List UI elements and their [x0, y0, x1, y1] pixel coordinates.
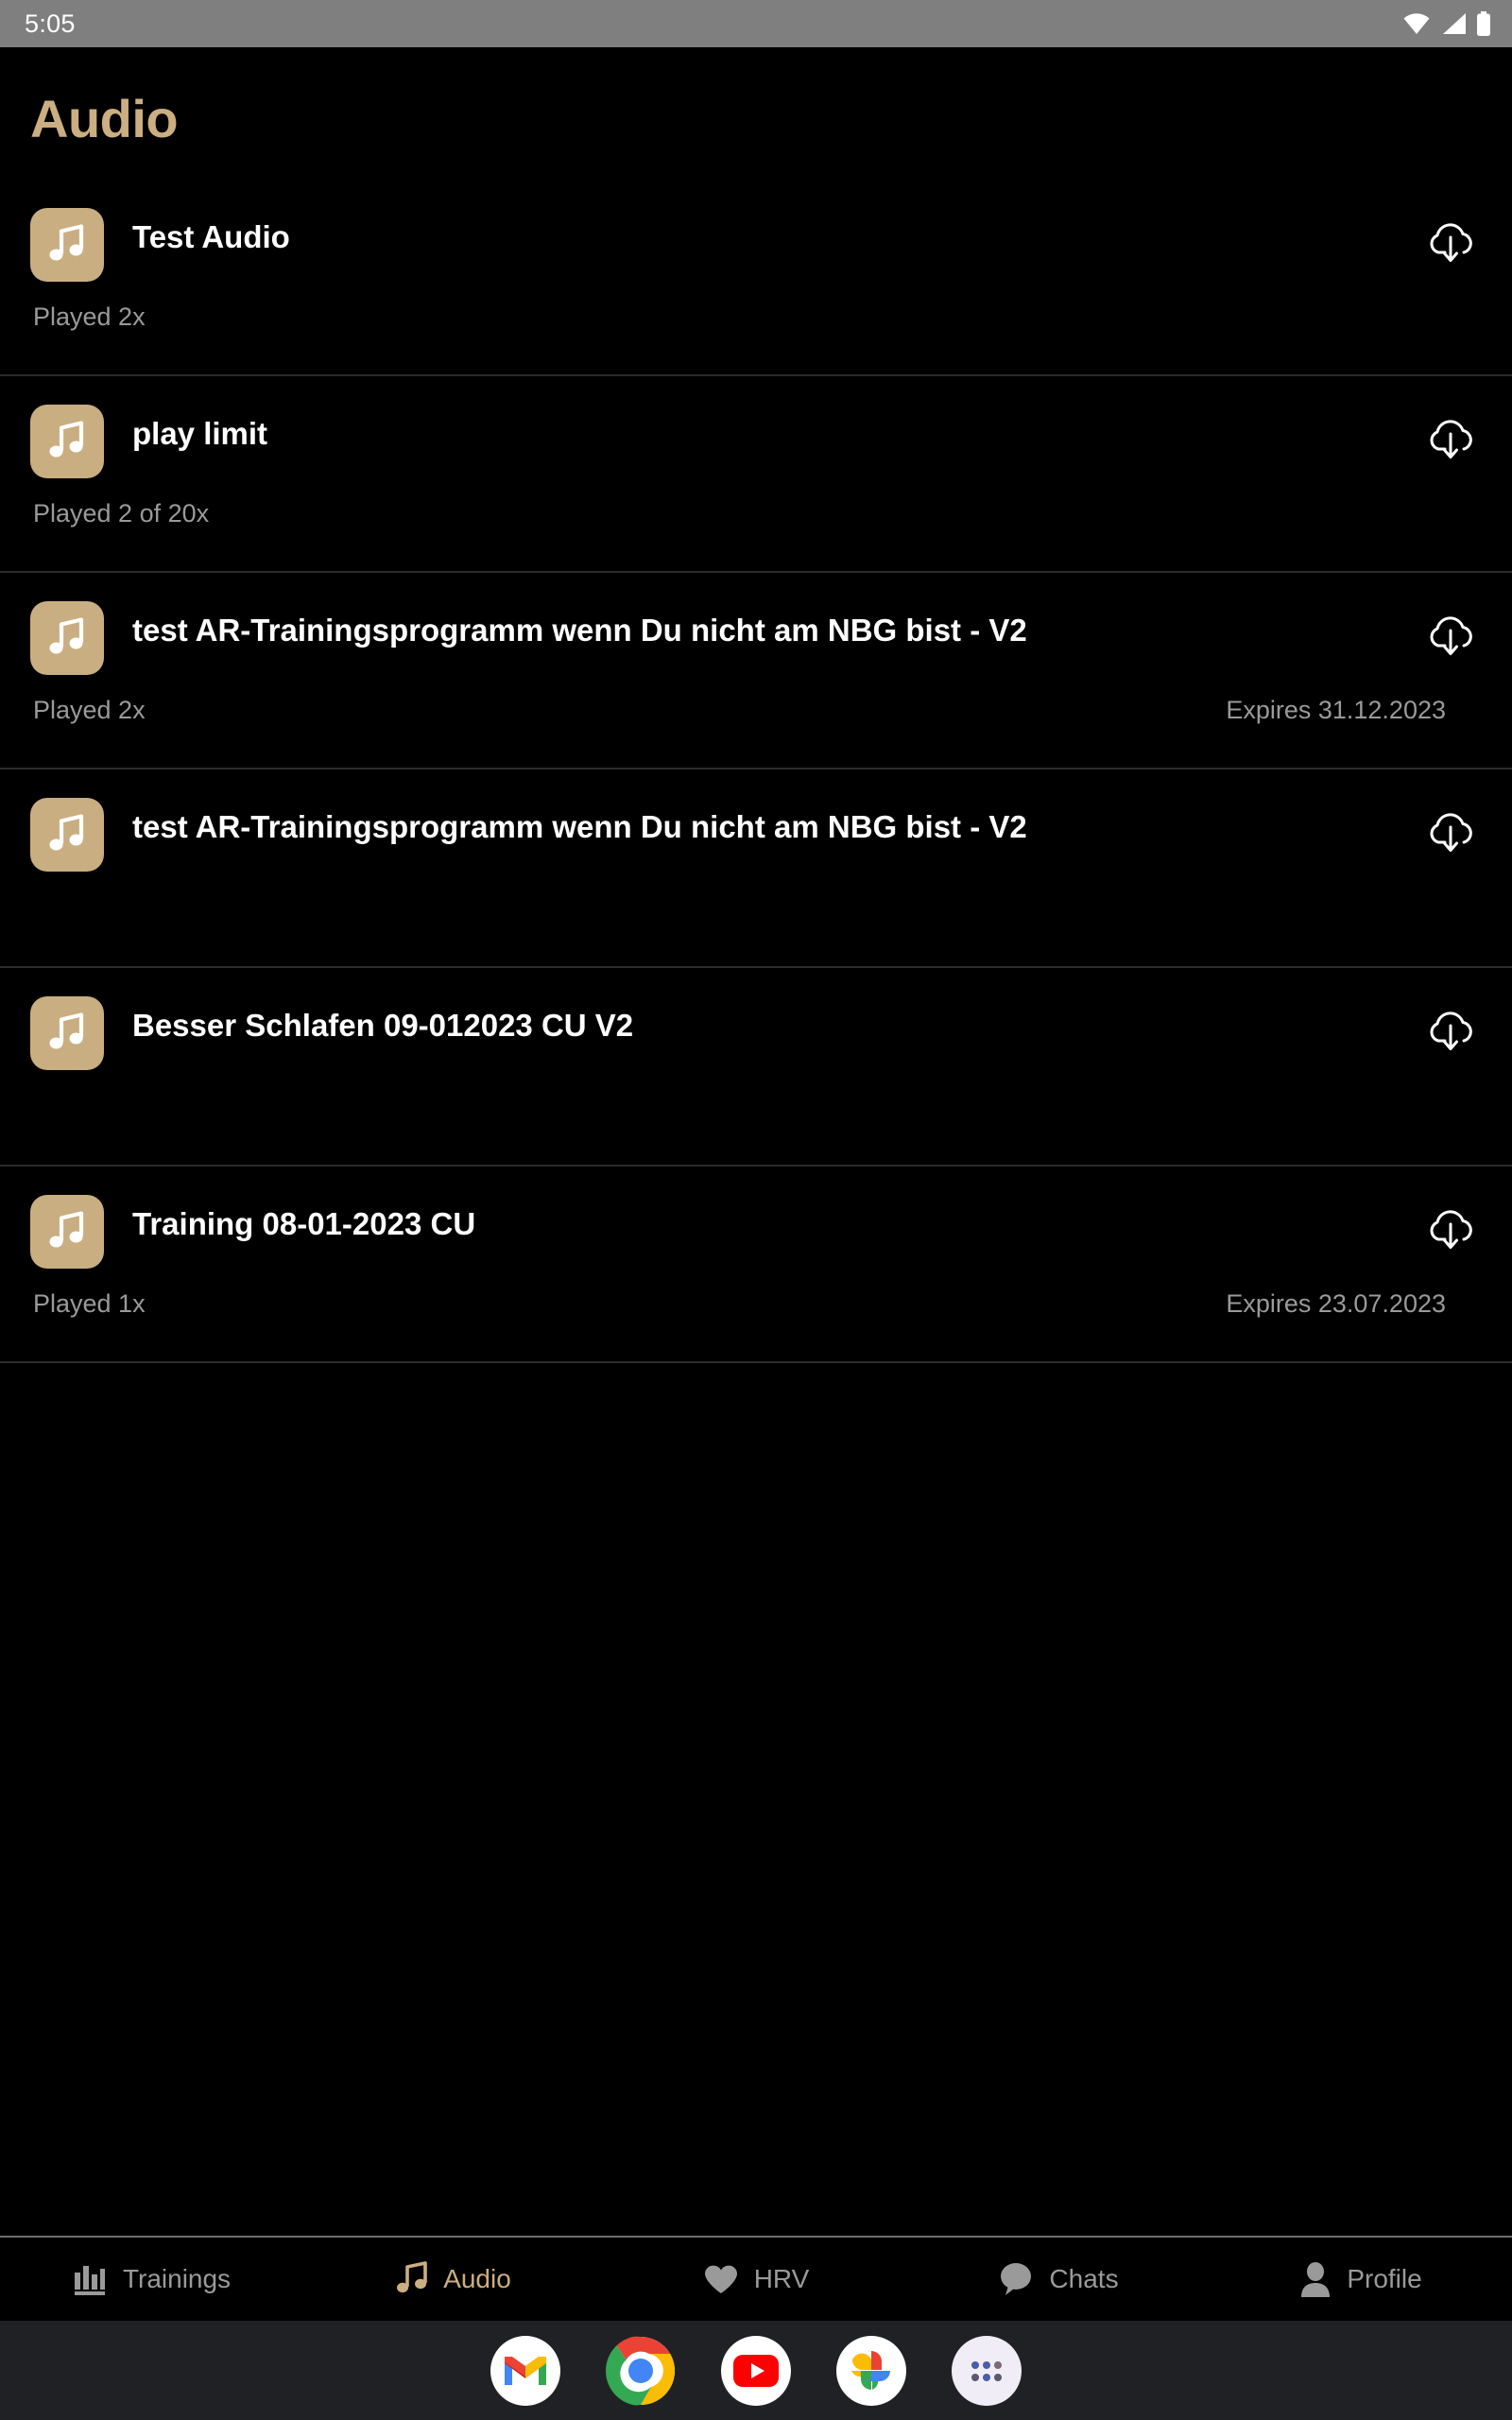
wifi-icon — [1402, 12, 1431, 35]
play-count-label: Played 1x — [33, 1289, 146, 1318]
music-note-icon — [30, 601, 104, 675]
tab-label: Trainings — [122, 2264, 232, 2293]
tab-label: Chats — [1049, 2264, 1119, 2293]
list-item-meta — [30, 872, 1484, 906]
list-item-title: Training 08-01-2023 CU — [132, 1206, 476, 1241]
music-note-icon — [30, 1195, 104, 1269]
list-item[interactable]: play limit Played 2 of 20x — [0, 376, 1512, 573]
chat-bubble-icon — [998, 2261, 1034, 2297]
list-item-meta: Played 2 of 20x — [30, 478, 1484, 527]
list-item-title: test AR-Trainingsprogramm wenn Du nicht … — [132, 809, 1027, 844]
cloud-download-icon[interactable] — [1418, 405, 1484, 471]
app-header: Audio — [0, 47, 1512, 180]
list-item-title: test AR-Trainingsprogramm wenn Du nicht … — [132, 613, 1027, 648]
cloud-download-icon[interactable] — [1418, 798, 1484, 864]
tab-hrv[interactable]: HRV — [605, 2238, 907, 2321]
expiry-label: Expires 23.07.2023 — [1226, 1289, 1446, 1318]
chrome-icon[interactable] — [606, 2336, 676, 2406]
list-item-top: Test Audio — [30, 180, 1484, 282]
play-count-label: Played 2 of 20x — [33, 499, 210, 527]
tab-label: Audio — [443, 2264, 511, 2293]
android-dock — [0, 2321, 1512, 2420]
list-item[interactable]: Test Audio Played 2x — [0, 180, 1512, 376]
music-note-icon — [30, 798, 104, 872]
app-drawer-icon[interactable] — [952, 2335, 1022, 2406]
status-icon-group — [1402, 11, 1491, 36]
tab-label: Profile — [1347, 2264, 1422, 2293]
google-photos-icon[interactable] — [836, 2335, 906, 2406]
list-item[interactable]: Training 08-01-2023 CU Played 1x Expires… — [0, 1167, 1512, 1363]
battery-icon — [1476, 11, 1491, 36]
expiry-label: Expires 31.12.2023 — [1226, 696, 1446, 724]
tab-chats[interactable]: Chats — [907, 2238, 1210, 2321]
bottom-tab-bar: Trainings Audio HRV Chats Profile — [0, 2236, 1512, 2321]
play-count-label: Played 2x — [33, 302, 146, 331]
list-item[interactable]: test AR-Trainingsprogramm wenn Du nicht … — [0, 769, 1512, 968]
youtube-icon[interactable] — [721, 2335, 791, 2406]
page-title: Audio — [30, 89, 179, 148]
music-note-icon — [30, 996, 104, 1070]
cloud-download-icon[interactable] — [1418, 1195, 1484, 1261]
list-empty-space — [0, 1363, 1512, 2236]
heart-icon — [703, 2263, 739, 2295]
phone-screen: 5:05 Audio Test Audio Played 2x play lim… — [0, 0, 1512, 2420]
status-clock: 5:05 — [25, 9, 76, 38]
list-item-top: Besser Schlafen 09-012023 CU V2 — [30, 968, 1484, 1070]
music-note-icon — [30, 208, 104, 282]
audio-list: Test Audio Played 2x play limit Played 2… — [0, 180, 1512, 2236]
list-item-top: test AR-Trainingsprogramm wenn Du nicht … — [30, 573, 1484, 675]
list-item[interactable]: Besser Schlafen 09-012023 CU V2 — [0, 968, 1512, 1167]
bar-chart-icon — [72, 2261, 108, 2297]
cloud-download-icon[interactable] — [1418, 996, 1484, 1063]
cellular-signal-icon — [1440, 12, 1467, 35]
music-note-icon — [396, 2260, 428, 2298]
list-item-meta: Played 2x Expires 31.12.2023 — [30, 675, 1484, 723]
list-item-meta: Played 2x — [30, 282, 1484, 330]
list-item-title: Besser Schlafen 09-012023 CU V2 — [132, 1008, 634, 1043]
list-item[interactable]: test AR-Trainingsprogramm wenn Du nicht … — [0, 573, 1512, 769]
gmail-icon[interactable] — [490, 2335, 560, 2406]
music-note-icon — [30, 405, 104, 478]
cloud-download-icon[interactable] — [1418, 208, 1484, 274]
list-item-meta — [30, 1070, 1484, 1104]
list-item-top: play limit — [30, 376, 1484, 478]
tab-label: HRV — [753, 2264, 810, 2293]
list-item-meta: Played 1x Expires 23.07.2023 — [30, 1269, 1484, 1317]
list-item-title: Test Audio — [132, 219, 290, 254]
person-icon — [1299, 2261, 1332, 2297]
list-item-title: play limit — [132, 416, 268, 451]
list-item-top: Training 08-01-2023 CU — [30, 1167, 1484, 1269]
tab-audio[interactable]: Audio — [302, 2238, 605, 2321]
list-item-top: test AR-Trainingsprogramm wenn Du nicht … — [30, 769, 1484, 872]
tab-trainings[interactable]: Trainings — [0, 2238, 302, 2321]
cloud-download-icon[interactable] — [1418, 601, 1484, 667]
tab-profile[interactable]: Profile — [1210, 2238, 1512, 2321]
play-count-label: Played 2x — [33, 696, 146, 724]
status-bar: 5:05 — [0, 0, 1512, 47]
